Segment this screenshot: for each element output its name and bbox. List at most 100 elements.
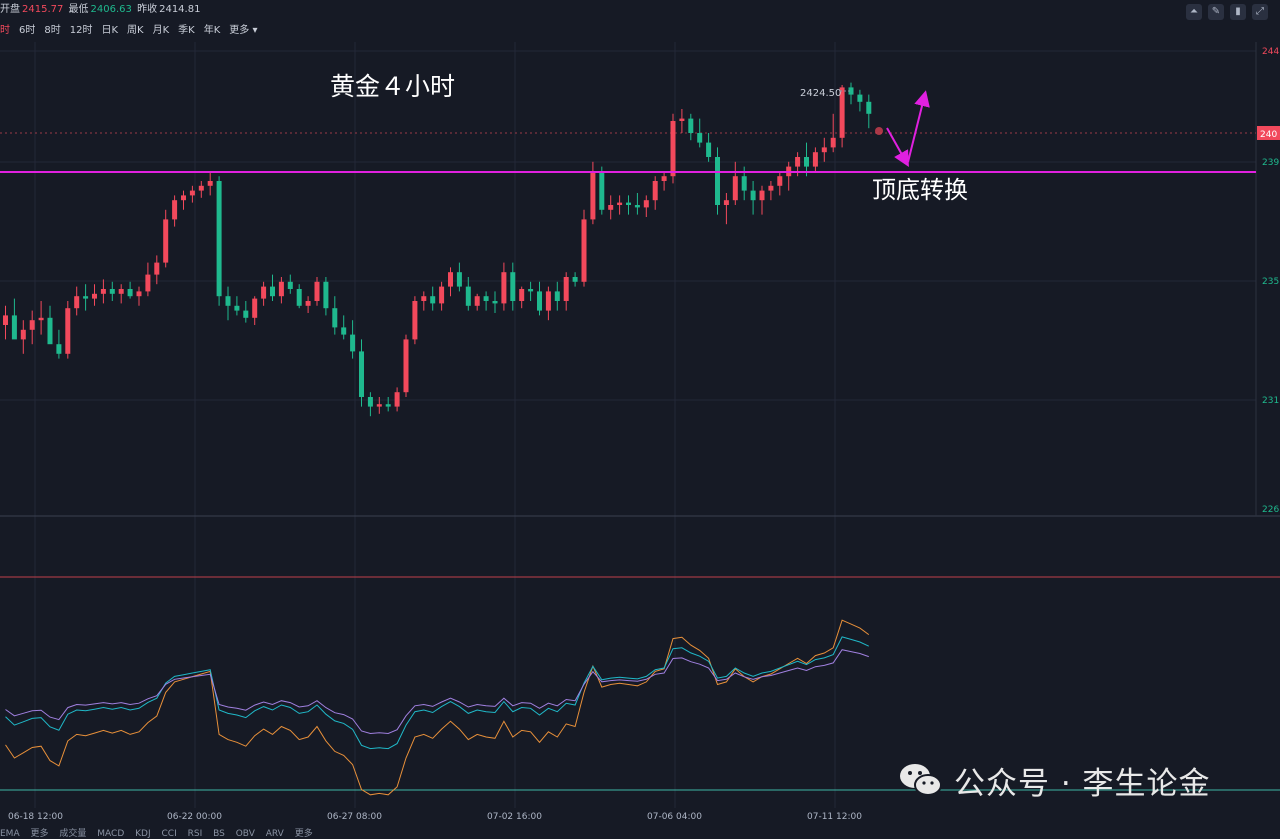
candle-body [403, 339, 409, 393]
candle-body [278, 281, 284, 297]
y-tick-label: 226 [1262, 505, 1279, 515]
candle-body [750, 190, 756, 201]
candle-body [3, 315, 8, 325]
indicator-line-purple [5, 649, 869, 735]
y-tick-label: 235 [1262, 277, 1279, 287]
x-tick-label: 07-11 12:00 [807, 812, 862, 822]
y-tick-label: 239 [1262, 158, 1279, 168]
candle-body [261, 286, 267, 299]
x-tick-label: 07-06 04:00 [647, 812, 702, 822]
candle-body [296, 289, 302, 306]
candle-body [332, 308, 338, 328]
indicator-cci[interactable]: CCI [162, 829, 177, 839]
candle-body [599, 171, 605, 210]
candle-body [777, 176, 783, 186]
candle-body [697, 133, 703, 143]
candle-body [198, 185, 204, 191]
cursor-dot [875, 127, 883, 135]
candle-body [47, 317, 53, 345]
watermark-text: 公众号 · 李生论金 [954, 765, 1211, 802]
candle-body [732, 176, 738, 201]
candle-body [723, 200, 729, 205]
candle-body [56, 344, 62, 354]
indicator-line-orange [5, 619, 870, 796]
candle-body [136, 291, 142, 297]
candle-body [563, 277, 569, 301]
x-tick-label: 07-02 16:00 [487, 812, 542, 822]
candle-body [38, 317, 44, 321]
candle-body [741, 176, 747, 191]
indicator-bs[interactable]: BS [213, 829, 225, 839]
candle-body [367, 397, 373, 407]
candle-body [866, 101, 872, 114]
candle-body [376, 404, 382, 407]
candle-body [314, 281, 320, 301]
indicator-macd[interactable]: MACD [97, 829, 124, 839]
candle-body [127, 289, 133, 297]
y-tick-label: 231 [1262, 396, 1279, 406]
candle-body [92, 293, 97, 299]
candle-body [394, 392, 400, 407]
watermark: 公众号 · 李生论金 [898, 760, 1211, 802]
candle-body [350, 334, 356, 352]
indicator-arv[interactable]: ARV [266, 829, 284, 839]
candle-body [172, 200, 178, 220]
candle-body [812, 152, 818, 167]
indicator-rsi[interactable]: RSI [188, 829, 203, 839]
candle-body [421, 296, 427, 301]
arrow-up [907, 90, 930, 163]
candle-body [537, 291, 542, 311]
candle-body [795, 157, 801, 167]
candle-body [545, 291, 551, 311]
candle-body [519, 289, 525, 301]
price-chart[interactable]: 244 239 235 231 226 240 2424.50 黄金４小时顶底转换 06-18 … [0, 0, 1280, 833]
candle-body [270, 286, 275, 297]
candle-body [234, 305, 240, 311]
wechat-icon [898, 760, 944, 800]
candle-body [572, 277, 578, 282]
candle-body [163, 219, 169, 263]
candle-body [501, 272, 507, 304]
candle-body [385, 404, 391, 407]
candle-body [821, 147, 827, 153]
candle-body [109, 289, 115, 294]
candle-body [252, 298, 258, 318]
level-annotation: 顶底转换 [872, 176, 968, 204]
candle-body [670, 121, 676, 177]
candle-body [706, 142, 712, 157]
candle-body [430, 296, 436, 304]
candle-body [634, 205, 640, 208]
candle-body [216, 181, 222, 297]
candle-body [679, 118, 685, 121]
candle-body [11, 315, 17, 340]
candle-body [243, 310, 249, 318]
chart-annotation-title: 黄金４小时 [330, 72, 455, 101]
indicator-obv[interactable]: OBV [236, 829, 255, 839]
candle-body [225, 296, 231, 306]
candle-body [474, 296, 480, 306]
candle-body [20, 329, 26, 340]
indicator-volume[interactable]: 成交量 [59, 829, 86, 839]
indicator-ema[interactable]: EMA [0, 829, 20, 839]
candle-body [154, 262, 160, 275]
indicator-more-1[interactable]: 更多 [30, 829, 48, 839]
candle-body [74, 296, 80, 309]
candle-body [287, 281, 293, 289]
candle-body [581, 219, 587, 282]
candle-body [100, 289, 106, 294]
indicator-more-2[interactable]: 更多 [295, 829, 313, 839]
candle-body [305, 301, 311, 306]
candle-body [412, 301, 418, 340]
candle-body [83, 296, 89, 299]
candle-body [359, 351, 364, 397]
indicator-line-cyan [5, 636, 870, 750]
candle-body [145, 274, 151, 292]
candle-body [661, 176, 667, 181]
candle-body [456, 272, 462, 287]
candle-body [528, 289, 534, 292]
candle-body [857, 94, 863, 102]
high-price-label: 2424.50 [800, 88, 841, 99]
candle-body [341, 327, 347, 335]
candle-body [688, 118, 694, 133]
indicator-kdj[interactable]: KDJ [135, 829, 151, 839]
